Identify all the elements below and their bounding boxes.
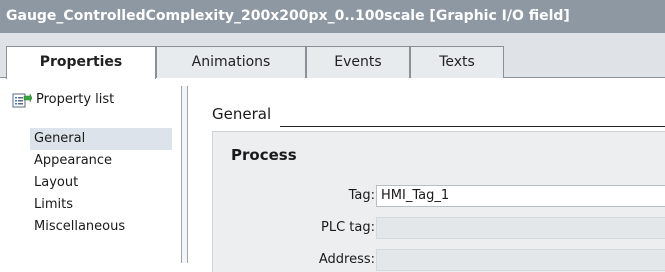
property-list-label: Property list <box>36 92 115 107</box>
sidebar-item-limits[interactable]: Limits <box>30 194 172 216</box>
tab-texts[interactable]: Texts <box>410 46 504 78</box>
sidebar-item-appearance[interactable]: Appearance <box>30 150 172 172</box>
property-navigation: Property list General Appearance Layout … <box>0 78 176 263</box>
plc-tag-label: PLC tag: <box>321 220 375 235</box>
tag-field[interactable]: HMI_Tag_1 <box>376 185 665 207</box>
window-title: Gauge_ControlledComplexity_200x200px_0..… <box>0 0 665 33</box>
pane-splitter[interactable] <box>181 86 188 263</box>
tab-animations[interactable]: Animations <box>156 46 306 78</box>
sidebar-item-layout[interactable]: Layout <box>30 172 172 194</box>
section-divider <box>280 126 665 127</box>
tab-strip: Properties Animations Events Texts <box>0 33 665 79</box>
sidebar-item-general[interactable]: General <box>30 128 172 150</box>
address-row: Address: <box>213 249 665 271</box>
plc-tag-field <box>376 217 665 239</box>
property-list-header[interactable]: Property list <box>12 90 114 110</box>
properties-main: General Process Tag: HMI_Tag_1 PLC tag: … <box>188 78 665 272</box>
section-title: General <box>212 105 272 123</box>
address-field <box>376 249 665 271</box>
tag-label: Tag: <box>348 188 375 203</box>
plc-tag-row: PLC tag: <box>213 217 665 239</box>
process-group: Process Tag: HMI_Tag_1 PLC tag: Address: <box>212 131 665 272</box>
group-title: Process <box>231 146 297 164</box>
tab-events[interactable]: Events <box>306 46 410 78</box>
tab-properties[interactable]: Properties <box>6 46 156 79</box>
property-list-icon <box>12 92 33 108</box>
properties-content: Property list General Appearance Layout … <box>0 78 665 272</box>
sidebar-item-miscellaneous[interactable]: Miscellaneous <box>30 216 172 238</box>
section-header: General <box>212 98 665 128</box>
address-label: Address: <box>318 252 375 267</box>
property-category-list: General Appearance Layout Limits Miscell… <box>30 128 172 238</box>
tag-row: Tag: HMI_Tag_1 <box>213 185 665 207</box>
